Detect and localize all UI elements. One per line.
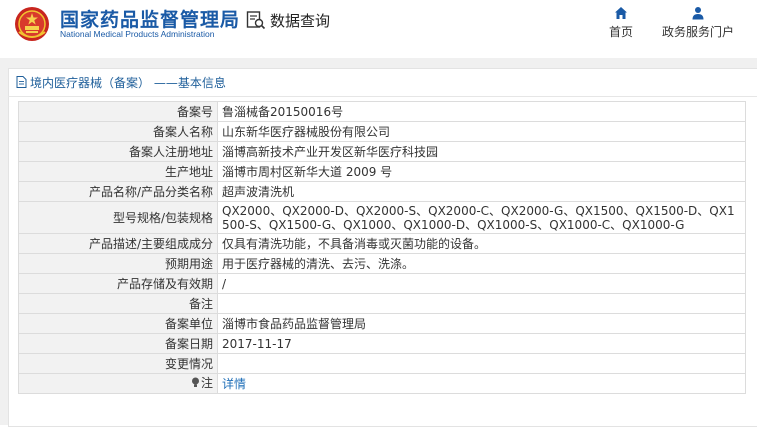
data-query-label: 数据查询 (270, 11, 331, 30)
row-label: 变更情况 (18, 353, 218, 374)
divider (8, 96, 757, 97)
row-label: 生产地址 (18, 161, 218, 182)
row-label: 预期用途 (18, 253, 218, 274)
row-label: 备案人名称 (18, 121, 218, 142)
table-row: 备案人注册地址 淄博高新技术产业开发区新华医疗科技园 (18, 141, 746, 162)
table-row: 产品描述/主要组成成分 仅具有清洗功能，不具备消毒或灭菌功能的设备。 (18, 233, 746, 254)
detail-table: 备案号 鲁淄械备20150016号 备案人名称 山东新华医疗器械股份有限公司 备… (18, 101, 746, 394)
nav-portal-label: 政务服务门户 (661, 25, 734, 39)
table-row: 预期用途 用于医疗器械的清洗、去污、洗涤。 (18, 253, 746, 274)
data-query-icon (246, 11, 266, 30)
panel-title-text: 境内医疗器械（备案） ——基本信息 (30, 75, 226, 90)
table-row: 型号规格/包装规格 QX2000、QX2000-D、QX2000-S、QX200… (18, 201, 746, 234)
row-value: 超声波清洗机 (217, 181, 746, 202)
row-value (217, 353, 746, 374)
table-row: 生产地址 淄博市周村区新华大道 2009 号 (18, 161, 746, 182)
panel-title: 境内医疗器械（备案） ——基本信息 (16, 74, 226, 90)
row-label: 备案人注册地址 (18, 141, 218, 162)
row-value: / (217, 273, 746, 294)
table-row: 备案人名称 山东新华医疗器械股份有限公司 (18, 121, 746, 142)
table-row: 备案号 鲁淄械备20150016号 (18, 101, 746, 122)
row-label: 备案单位 (18, 313, 218, 334)
row-label: 型号规格/包装规格 (18, 201, 218, 234)
user-icon (692, 7, 704, 20)
note-label-wrap: 注 (191, 376, 213, 390)
home-icon (615, 7, 627, 19)
row-value: 仅具有清洗功能，不具备消毒或灭菌功能的设备。 (217, 233, 746, 254)
lightbulb-icon (191, 377, 199, 388)
table-row: 备案日期 2017-11-17 (18, 333, 746, 354)
note-label: 注 (200, 375, 213, 390)
row-label: 备案日期 (18, 333, 218, 354)
row-label: 产品名称/产品分类名称 (18, 181, 218, 202)
row-label: 备案号 (18, 101, 218, 122)
row-value: 淄博市食品药品监督管理局 (217, 313, 746, 334)
national-emblem-icon (15, 7, 49, 41)
table-row: 注 详情 (18, 373, 746, 394)
row-value: QX2000、QX2000-D、QX2000-S、QX2000-C、QX2000… (217, 201, 746, 234)
site-subtitle: National Medical Products Administration (60, 29, 215, 39)
table-row: 产品存储及有效期 / (18, 273, 746, 294)
site-header: 国家药品监督管理局 National Medical Products Admi… (0, 0, 757, 55)
details-link[interactable]: 详情 (217, 373, 746, 394)
site-title: 国家药品监督管理局 (60, 9, 241, 31)
table-row: 产品名称/产品分类名称 超声波清洗机 (18, 181, 746, 202)
row-label-note: 注 (18, 373, 218, 394)
row-value (217, 293, 746, 314)
nav-home-label: 首页 (608, 25, 633, 39)
row-value: 2017-11-17 (217, 333, 746, 354)
table-row: 备案单位 淄博市食品药品监督管理局 (18, 313, 746, 334)
row-label: 备注 (18, 293, 218, 314)
row-value: 用于医疗器械的清洗、去污、洗涤。 (217, 253, 746, 274)
table-row: 变更情况 (18, 353, 746, 374)
row-value: 鲁淄械备20150016号 (217, 101, 746, 122)
table-row: 备注 (18, 293, 746, 314)
nav-home[interactable]: 首页 (604, 6, 638, 40)
row-label: 产品存储及有效期 (18, 273, 218, 294)
data-query-link[interactable]: 数据查询 (246, 10, 330, 30)
row-value: 山东新华医疗器械股份有限公司 (217, 121, 746, 142)
row-label: 产品描述/主要组成成分 (18, 233, 218, 254)
nav-service-portal[interactable]: 政务服务门户 (659, 6, 737, 40)
document-icon (16, 76, 27, 88)
row-value: 淄博市周村区新华大道 2009 号 (217, 161, 746, 182)
row-value: 淄博高新技术产业开发区新华医疗科技园 (217, 141, 746, 162)
